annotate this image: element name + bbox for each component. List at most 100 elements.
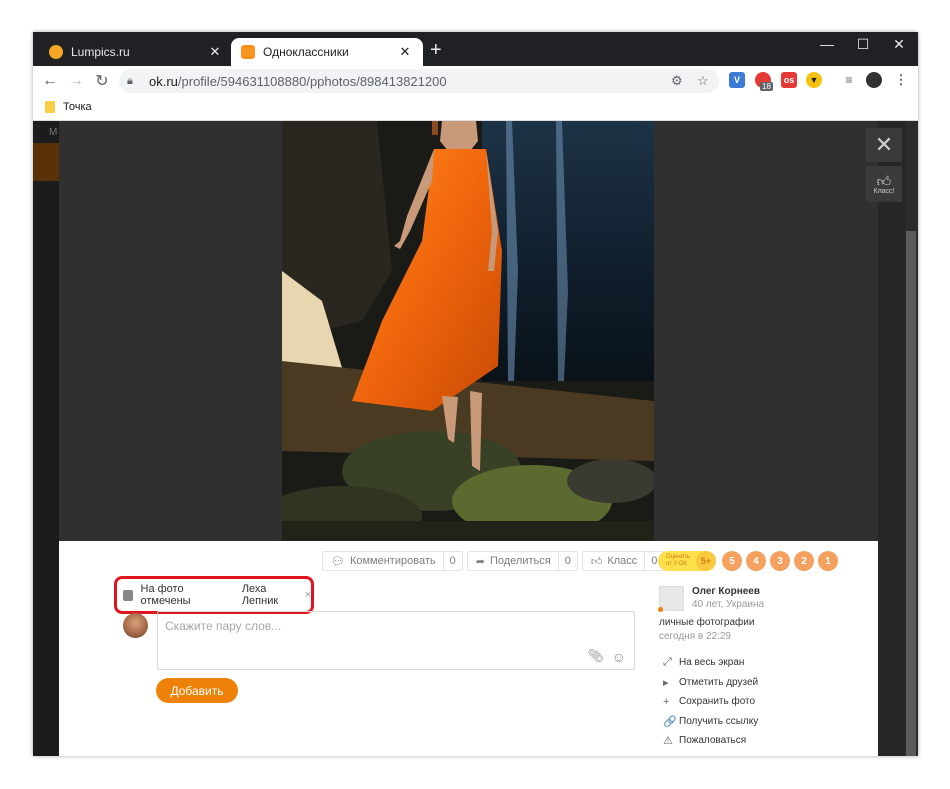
- attach-icon[interactable]: 📎︎: [587, 648, 604, 664]
- scrollbar-thumb[interactable]: [906, 231, 916, 756]
- new-tab-button[interactable]: +: [430, 40, 442, 60]
- tab-strip: Lumpics.ru ✕ Одноклассники ✕ + — ☐ ✕: [33, 32, 918, 66]
- background-orange-bar: [33, 143, 59, 181]
- photo-info-panel: 💬︎ Комментировать 0 ➦ Поделиться 0 👍︎ Кл…: [59, 541, 878, 756]
- fullscreen-link[interactable]: ⤢ На весь экран: [663, 653, 758, 673]
- tag-friends-link[interactable]: ▸ Отметить друзей: [663, 673, 758, 693]
- report-link[interactable]: ⚠ Пожаловаться: [663, 731, 758, 751]
- smiley-icon[interactable]: ☺: [612, 649, 626, 665]
- reading-list-icon[interactable]: ≡: [841, 72, 857, 88]
- side-link-label: Получить ссылку: [679, 715, 759, 727]
- klass-side-label: Класс!: [873, 187, 895, 195]
- tagged-label: На фото отмечены: [140, 583, 191, 607]
- url-path: /profile/594631108880/pphotos/8984138212…: [177, 73, 447, 89]
- side-link-label: Сохранить фото: [679, 696, 756, 708]
- forward-arrow-icon[interactable]: →: [63, 72, 89, 90]
- thumbs-up-icon: 👍︎: [876, 172, 892, 189]
- share-icon: ➦: [475, 555, 485, 568]
- save-photo-link[interactable]: + Сохранить фото: [663, 692, 758, 712]
- side-link-label: На весь экран: [679, 657, 745, 669]
- photo-viewer: [59, 121, 878, 541]
- browser-window: Lumpics.ru ✕ Одноклассники ✕ + — ☐ ✕ ← →…: [33, 32, 918, 756]
- rate-2-button[interactable]: 2: [794, 551, 814, 571]
- back-arrow-icon[interactable]: ←: [37, 72, 63, 90]
- extension-blocked-icon[interactable]: ⚙: [671, 73, 683, 89]
- bookmark-folder[interactable]: Точка: [45, 101, 92, 113]
- page-content: М ✕ 👍︎ Класс! 💬︎ Комментировать 0 ➦ Поде…: [33, 121, 918, 756]
- url-host: ok.ru: [149, 73, 178, 89]
- speech-icon: 💬︎: [331, 555, 345, 568]
- share-button[interactable]: ➦ Поделиться 0: [466, 551, 578, 571]
- ok-favicon-icon: [241, 45, 255, 59]
- vpn-extension-icon[interactable]: V: [729, 72, 745, 88]
- warning-icon: ⚠: [663, 735, 673, 748]
- folder-icon: [45, 101, 55, 113]
- tag-friends-icon: ▸: [663, 676, 669, 689]
- rate-5-button[interactable]: 5: [722, 551, 742, 571]
- reload-icon[interactable]: ↻: [89, 71, 115, 91]
- bookmarks-bar: Точка: [33, 96, 918, 121]
- side-link-label: Отметить друзей: [679, 676, 759, 688]
- user-avatar[interactable]: [123, 613, 148, 638]
- lock-icon: 🔒︎: [127, 75, 133, 87]
- bookmark-star-icon[interactable]: ☆: [697, 73, 709, 89]
- rate-1-button[interactable]: 1: [818, 551, 838, 571]
- tab-close-icon[interactable]: ✕: [207, 44, 223, 60]
- rate-4-button[interactable]: 4: [746, 551, 766, 571]
- expand-icon: ⤢: [663, 656, 672, 669]
- os-extension-icon[interactable]: os: [781, 72, 797, 88]
- viewer-close-button[interactable]: ✕: [866, 128, 902, 162]
- tagged-person-link[interactable]: Леха Лепник: [242, 583, 303, 607]
- maximize-button[interactable]: ☐: [845, 36, 881, 53]
- tab-close-icon[interactable]: ✕: [397, 44, 413, 60]
- tab-odnoklassniki[interactable]: Одноклассники ✕: [231, 38, 423, 66]
- rate-text: Оценить от 0 ОК: [666, 554, 690, 567]
- rating-bar: Оценить от 0 ОК 5+ 5 4 3 2 1: [658, 551, 838, 571]
- bookmark-label: Точка: [63, 101, 92, 113]
- comment-button[interactable]: 💬︎ Комментировать 0: [322, 551, 463, 571]
- address-bar[interactable]: 🔒︎ ok.ru /profile/594631108880/pphotos/8…: [119, 69, 719, 93]
- browser-toolbar: ← → ↻ 🔒︎ ok.ru /profile/594631108880/pph…: [33, 66, 918, 96]
- rate-3-button[interactable]: 3: [770, 551, 790, 571]
- profile-avatar-icon[interactable]: [866, 72, 882, 88]
- owner-meta: 40 лет, Украина: [692, 599, 765, 610]
- owner-name[interactable]: Олег Корнеев: [692, 586, 760, 597]
- rate-pill[interactable]: Оценить от 0 ОК 5+: [658, 551, 716, 571]
- action-label: Поделиться: [489, 555, 551, 567]
- window-close-button[interactable]: ✕: [881, 36, 917, 53]
- menu-kebab-icon[interactable]: ⋮: [893, 72, 909, 88]
- shield-extension-icon[interactable]: ▼: [806, 72, 822, 88]
- comment-input[interactable]: Скажите пару слов... 📎︎ ☺: [157, 611, 635, 670]
- photo-timestamp: сегодня в 22:29: [659, 631, 731, 642]
- action-label: Комментировать: [349, 555, 436, 567]
- add-comment-button[interactable]: Добавить: [156, 678, 238, 703]
- remove-tag-icon[interactable]: ×: [305, 589, 311, 601]
- rate-five-plus[interactable]: 5+: [696, 551, 716, 571]
- online-indicator: [658, 607, 663, 612]
- like-icon: 👍︎: [590, 555, 603, 568]
- action-count: 0: [557, 552, 577, 570]
- comment-placeholder: Скажите пару слов...: [165, 619, 282, 633]
- album-link[interactable]: личные фотографии: [659, 617, 754, 628]
- klass-side-button[interactable]: 👍︎ Класс!: [866, 166, 902, 202]
- photo-menu: ⤢ На весь экран ▸ Отметить друзей + Сохр…: [663, 653, 758, 751]
- photo[interactable]: [282, 121, 654, 541]
- tab-title: Lumpics.ru: [71, 45, 130, 59]
- action-count: 0: [442, 552, 462, 570]
- extension-badge: 18: [760, 82, 773, 91]
- owner-avatar[interactable]: [658, 586, 684, 612]
- plus-icon: +: [663, 695, 670, 708]
- photo-image: [282, 121, 654, 541]
- link-icon: 🔗: [663, 715, 677, 728]
- tag-icon: [123, 589, 133, 601]
- tagged-people: На фото отмечены Леха Лепник ×: [114, 576, 314, 614]
- minimize-button[interactable]: —: [809, 36, 845, 52]
- background-letter: М: [49, 127, 58, 138]
- get-link-link[interactable]: 🔗 Получить ссылку: [663, 712, 758, 732]
- background-page: [33, 121, 59, 756]
- side-link-label: Пожаловаться: [679, 735, 747, 747]
- lumpics-favicon-icon: [49, 45, 63, 59]
- tab-lumpics[interactable]: Lumpics.ru ✕: [39, 38, 233, 66]
- like-button[interactable]: 👍︎ Класс 0: [581, 551, 665, 571]
- photo-actions: 💬︎ Комментировать 0 ➦ Поделиться 0 👍︎ Кл…: [322, 551, 668, 571]
